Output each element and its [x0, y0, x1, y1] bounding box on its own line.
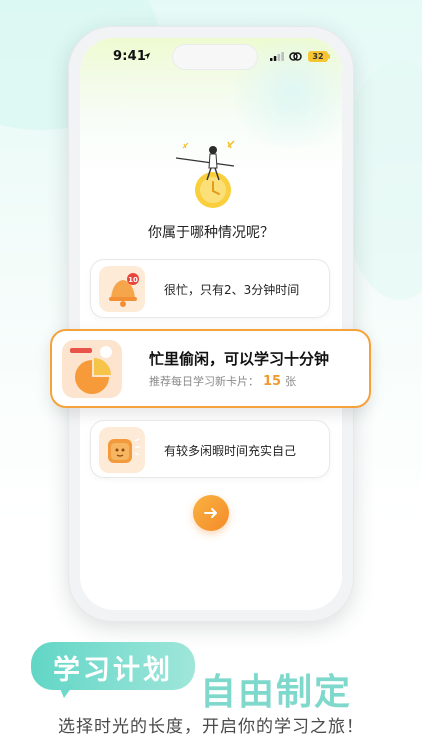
recommend-label: 推荐每日学习新卡片： — [149, 375, 259, 388]
status-time: 9:41 — [113, 49, 147, 64]
location-arrow-icon — [143, 52, 151, 60]
link-icon — [289, 52, 302, 61]
recommend-unit: 张 — [285, 375, 297, 388]
option-label-busy: 很忙，只有2、3分钟时间 — [164, 283, 300, 297]
bell-icon: 10 — [109, 273, 139, 307]
battery-indicator: 32 — [308, 51, 328, 62]
next-button[interactable] — [193, 495, 229, 531]
bell-badge: 10 — [128, 276, 138, 284]
promo-badge-text: 学习计划 — [53, 655, 173, 686]
promo-headline: 自由制定 — [200, 672, 353, 713]
signal-icon — [270, 52, 284, 61]
option-subtitle-spare-time: 推荐每日学习新卡片： 15 张 — [149, 373, 296, 389]
promo-tagline: 选择时光的长度，开启你的学习之旅！ — [58, 717, 364, 737]
recommend-count: 15 — [263, 374, 282, 389]
dynamic-island — [172, 44, 258, 70]
clock-person-illustration — [176, 140, 235, 208]
bread-icon — [108, 438, 140, 463]
question-title: 你属于哪种情况呢？ — [148, 225, 274, 241]
option-title-spare-time: 忙里偷闲，可以学习十分钟 — [149, 350, 330, 368]
pie-icon — [70, 346, 112, 394]
option-label-leisure: 有较多闲暇时间充实自己 — [164, 444, 297, 458]
arrow-right-icon — [204, 508, 217, 518]
battery-cap — [328, 54, 330, 59]
